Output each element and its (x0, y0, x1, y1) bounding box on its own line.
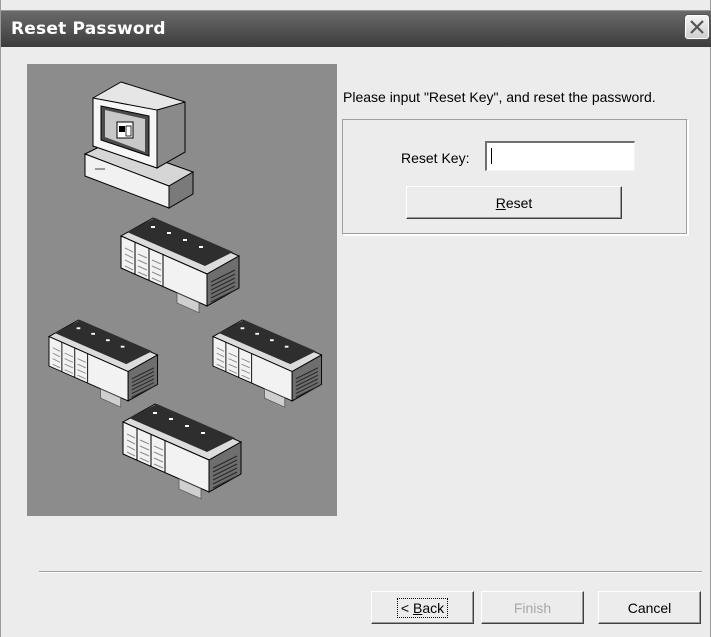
finish-button[interactable]: Finish (481, 591, 584, 624)
plc-unit-icon (48, 319, 159, 408)
computer-icon (83, 81, 195, 209)
back-prefix: < (400, 599, 413, 616)
plc-unit-icon (212, 319, 323, 408)
back-button[interactable]: < Back (371, 591, 474, 624)
close-icon (690, 20, 704, 34)
reset-key-label: Reset Key: (401, 150, 470, 166)
instruction-text: Please input "Reset Key", and reset the … (343, 89, 656, 105)
cancel-label: Cancel (627, 599, 672, 616)
reset-key-input[interactable] (485, 141, 635, 171)
finish-label: Finish (513, 599, 552, 616)
back-mnemonic: B (412, 599, 423, 616)
reset-password-dialog: Reset Password Please input "Reset Key",… (0, 0, 711, 637)
network-illustration (27, 64, 337, 516)
cancel-button[interactable]: Cancel (598, 591, 701, 624)
text-caret (491, 148, 492, 164)
plc-unit-icon (122, 403, 242, 500)
reset-mnemonic: R (495, 194, 506, 211)
separator-line (39, 571, 702, 573)
back-label: ack (422, 599, 445, 616)
reset-label: eset (505, 194, 533, 211)
close-button[interactable] (685, 15, 709, 39)
back-focus-rect: < Back (396, 597, 449, 618)
window-title: Reset Password (11, 19, 166, 39)
reset-button[interactable]: Reset (406, 186, 622, 219)
title-bar[interactable]: Reset Password (1, 10, 711, 47)
plc-unit-icon (120, 217, 240, 314)
